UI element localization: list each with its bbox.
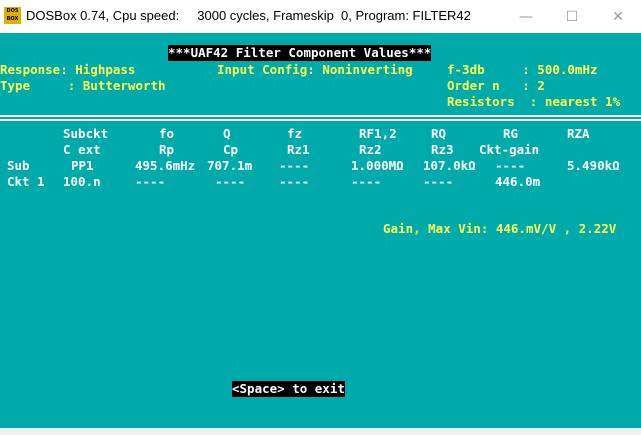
cell-cext: 100.n xyxy=(63,174,101,189)
cell-rza: 5.490kΩ xyxy=(567,158,620,173)
maximize-icon: ☐ xyxy=(565,8,579,25)
cell-rz2: ---- xyxy=(351,174,382,189)
col-header-subckt: Subckt xyxy=(63,126,109,141)
cell-rz3: ---- xyxy=(423,174,454,189)
dosbox-app-icon[interactable]: DOS BOX xyxy=(4,7,21,24)
col-header-cext: C ext xyxy=(63,142,101,157)
cell-rp: ---- xyxy=(135,174,166,189)
col-header-rz2: Rz2 xyxy=(359,142,382,157)
cell-cp: ---- xyxy=(215,174,246,189)
col-header-rg: RG xyxy=(503,126,519,141)
cell-rf12: 1.000MΩ xyxy=(351,158,404,173)
maximize-button[interactable]: ☐ xyxy=(549,0,595,33)
space-to-exit-prompt[interactable]: <Space> to exit xyxy=(232,381,345,397)
type-field: Type : Butterworth xyxy=(0,78,166,93)
cell-fo: 495.6mHz xyxy=(135,158,196,173)
cell-rz1: ---- xyxy=(279,174,310,189)
cell-subckt: PP1 xyxy=(71,158,94,173)
cell-fz: ---- xyxy=(279,158,310,173)
gain-readout: Gain, Max Vin: 446.mV/V , 2.22V xyxy=(383,221,617,236)
window-titlebar[interactable]: DOS BOX DOSBox 0.74, Cpu speed: 3000 cyc… xyxy=(0,0,641,33)
divider-line-1 xyxy=(0,115,641,117)
resistors-field: Resistors : nearest 1% xyxy=(447,94,621,109)
input-config-field: Input Config: Noninverting xyxy=(217,62,413,77)
col-header-rp: Rp xyxy=(159,142,175,157)
col-header-rza: RZA xyxy=(567,126,590,141)
row-label-sub: Sub xyxy=(7,158,30,173)
window-title: DOSBox 0.74, Cpu speed: 3000 cycles, Fra… xyxy=(26,8,471,23)
cell-rg: ---- xyxy=(495,158,526,173)
col-header-fo: fo xyxy=(159,126,175,141)
cell-ckt-gain: 446.0m xyxy=(495,174,541,189)
cell-q: 707.1m xyxy=(207,158,253,173)
order-field: Order n : 2 xyxy=(447,78,545,93)
col-header-rz1: Rz1 xyxy=(287,142,310,157)
col-header-rf12: RF1,2 xyxy=(359,126,397,141)
close-icon: ✕ xyxy=(612,8,624,25)
col-header-q: Q xyxy=(223,126,231,141)
divider-line-2 xyxy=(0,119,641,121)
col-header-ckt-gain: Ckt-gain xyxy=(479,142,540,157)
f3db-field: f-3db : 500.0mHz xyxy=(447,62,598,77)
screen-header: ***UAF42 Filter Component Values*** xyxy=(168,45,432,61)
response-field: Response: Highpass xyxy=(0,62,136,77)
col-header-fz: fz xyxy=(287,126,303,141)
cell-rq: 107.0kΩ xyxy=(423,158,476,173)
minimize-icon: — xyxy=(519,8,533,25)
close-button[interactable]: ✕ xyxy=(595,0,641,33)
minimize-button[interactable]: — xyxy=(503,0,549,33)
col-header-rz3: Rz3 xyxy=(431,142,454,157)
dos-screen[interactable]: ***UAF42 Filter Component Values*** Resp… xyxy=(0,33,641,435)
window-bottom-border xyxy=(0,428,641,435)
col-header-cp: Cp xyxy=(223,142,239,157)
row-label-ckt1: Ckt 1 xyxy=(7,174,45,189)
col-header-rq: RQ xyxy=(431,126,447,141)
